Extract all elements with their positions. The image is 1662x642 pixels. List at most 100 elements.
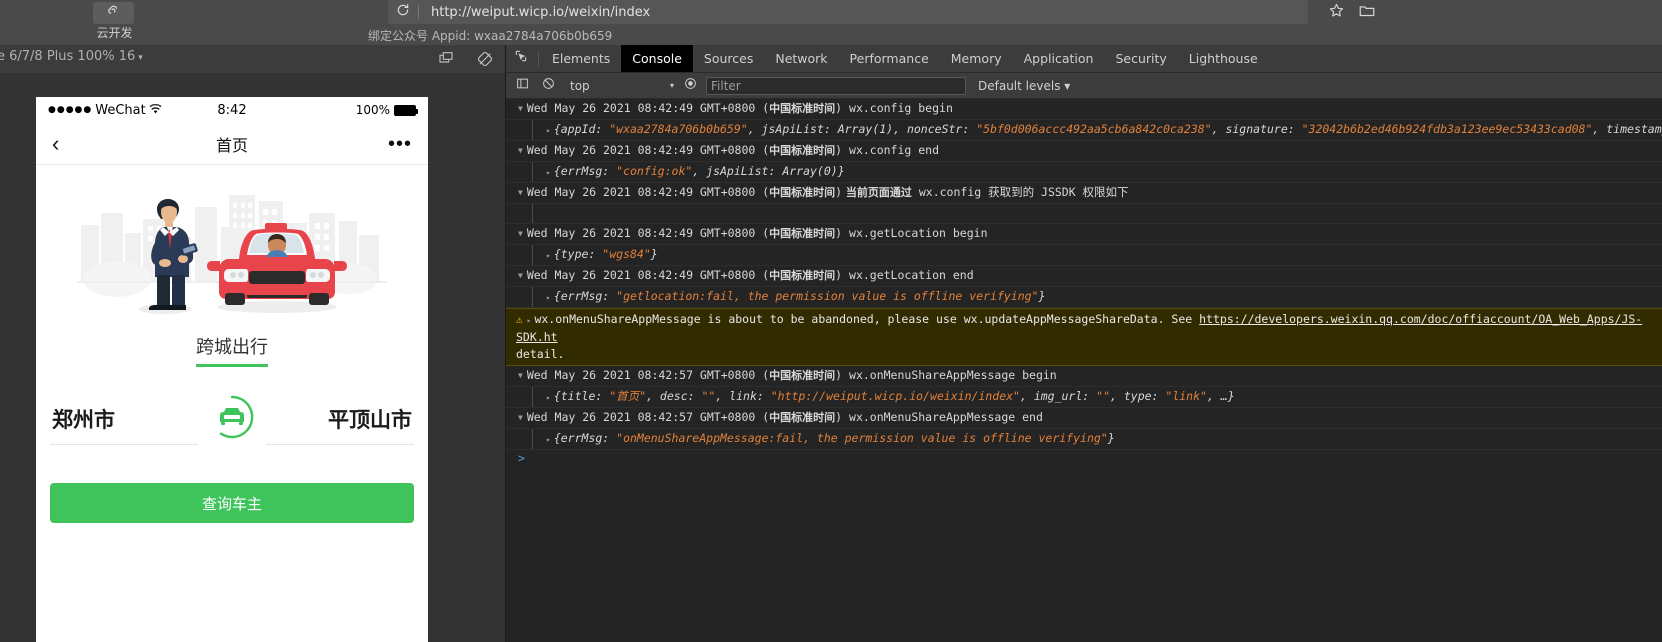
device-viewport-area: ●●●●● WeChat 8:42 100% ‹ 首页 ••• 跨城出行 郑州市… bbox=[0, 73, 505, 642]
log-message: wx.config end bbox=[842, 143, 940, 157]
console-log-row[interactable]: ▼ Wed May 26 2021 08:42:57 GMT+0800 (中国标准… bbox=[506, 408, 1662, 429]
phone-nav-bar: ‹ 首页 ••• bbox=[36, 123, 428, 165]
console-sidebar-button[interactable] bbox=[512, 76, 532, 96]
expand-triangle-icon[interactable]: ▸ bbox=[546, 122, 551, 139]
signal-dots-icon: ●●●●● bbox=[48, 105, 93, 115]
warning-text: wx.onMenuShareAppMessage is about to be … bbox=[534, 312, 1200, 326]
string-value: "5bf0d006accc492aa5cb6a842c0ca238" bbox=[976, 122, 1212, 136]
expand-triangle-icon[interactable]: ▼ bbox=[518, 225, 523, 242]
cloud-dev-button[interactable] bbox=[93, 2, 134, 24]
device-emulation-toolbar: e 6/7/8 Plus 100% 16 ▾ bbox=[0, 45, 505, 73]
console-log-row[interactable]: ▼ Wed May 26 2021 08:42:57 GMT+0800 (中国标准… bbox=[506, 366, 1662, 387]
rotate-button[interactable] bbox=[476, 50, 496, 68]
query-driver-button[interactable]: 查询车主 bbox=[50, 483, 414, 523]
console-object-row[interactable] bbox=[506, 204, 1662, 224]
device-select[interactable]: e 6/7/8 Plus 100% 16 ▾ bbox=[0, 49, 143, 64]
string-value: "getlocation:fail, the permission value … bbox=[616, 289, 1039, 303]
expand-triangle-icon[interactable]: ▼ bbox=[518, 409, 523, 426]
log-message-zh: 当前页面通过 bbox=[842, 186, 912, 199]
expand-triangle-icon[interactable]: ▼ bbox=[518, 267, 523, 284]
expand-triangle-icon[interactable]: ▸ bbox=[546, 431, 551, 448]
swap-cities-button[interactable] bbox=[206, 393, 258, 445]
cloud-dev-icon bbox=[106, 3, 122, 24]
clear-console-button[interactable] bbox=[538, 76, 558, 96]
group-gutter bbox=[532, 120, 533, 140]
car-circle-swap-icon bbox=[209, 394, 255, 445]
execution-context-label: top bbox=[570, 78, 590, 93]
console-log-row[interactable]: ▼ Wed May 26 2021 08:42:49 GMT+0800 (中国标准… bbox=[506, 183, 1662, 204]
tab-sources[interactable]: Sources bbox=[693, 45, 764, 72]
console-log-row[interactable]: ▼ Wed May 26 2021 08:42:49 GMT+0800 (中国标准… bbox=[506, 224, 1662, 245]
execution-context-select[interactable]: top ▾ bbox=[564, 79, 674, 93]
devtools-tabs: Elements Console Sources Network Performance… bbox=[541, 45, 1269, 72]
bookmark-button[interactable] bbox=[1325, 2, 1347, 24]
expand-triangle-icon[interactable]: ▸ bbox=[546, 247, 551, 264]
expand-triangle-icon[interactable]: ▸ bbox=[546, 389, 551, 406]
log-timestamp-zh: 中国标准时间 bbox=[769, 227, 836, 240]
hero-illustration bbox=[36, 179, 428, 319]
string-value: "32042b6b2ed46b924fdb3a123ee9ec53433cad0… bbox=[1301, 122, 1593, 136]
expand-triangle-icon[interactable]: ▼ bbox=[518, 100, 523, 117]
console-log-row[interactable]: ▼ Wed May 26 2021 08:42:49 GMT+0800 (中国标准… bbox=[506, 266, 1662, 287]
screencast-button[interactable] bbox=[437, 50, 457, 68]
console-object-row[interactable]: ▸ {title: "首页", desc: "", link: "http://w… bbox=[506, 387, 1662, 408]
object-text: } bbox=[1038, 289, 1046, 303]
tab-performance[interactable]: Performance bbox=[839, 45, 940, 72]
tab-elements[interactable]: Elements bbox=[541, 45, 621, 72]
console-warning-row[interactable]: ⚠ ▸ wx.onMenuShareAppMessage is about to b… bbox=[506, 308, 1662, 366]
phone-status-bar: ●●●●● WeChat 8:42 100% bbox=[36, 97, 428, 123]
console-object-row[interactable]: ▸ {errMsg: "onMenuShareAppMessage:fail, t… bbox=[506, 429, 1662, 450]
wifi-icon bbox=[149, 103, 162, 117]
expand-triangle-icon[interactable]: ▼ bbox=[518, 142, 523, 159]
log-timestamp-zh: 中国标准时间 bbox=[769, 269, 836, 282]
expand-triangle-icon[interactable]: ▼ bbox=[518, 367, 523, 384]
destination-city-label: 平顶山市 bbox=[328, 407, 412, 432]
console-log-row[interactable]: ▼ Wed May 26 2021 08:42:49 GMT+0800 (中国标准… bbox=[506, 99, 1662, 120]
tab-memory[interactable]: Memory bbox=[940, 45, 1013, 72]
string-value: "config:ok" bbox=[616, 164, 693, 178]
console-object-row[interactable]: ▸ {appId: "wxaa2784a706b0b659", jsApiList… bbox=[506, 120, 1662, 141]
group-gutter bbox=[532, 245, 533, 265]
object-text: , type: bbox=[1110, 389, 1166, 403]
live-expression-icon bbox=[684, 77, 697, 95]
cloud-dev-label: 云开发 bbox=[96, 26, 133, 40]
string-value: "" bbox=[701, 389, 716, 403]
tab-security[interactable]: Security bbox=[1104, 45, 1177, 72]
device-select-label: e 6/7/8 Plus 100% 16 bbox=[0, 49, 136, 64]
tab-application[interactable]: Application bbox=[1013, 45, 1105, 72]
log-timestamp: Wed May 26 2021 08:42:49 GMT+0800 ( bbox=[526, 143, 770, 157]
expand-triangle-icon[interactable]: ▸ bbox=[546, 289, 551, 306]
log-levels-select[interactable]: Default levels ▾ bbox=[972, 79, 1070, 93]
expand-triangle-icon[interactable]: ▸ bbox=[546, 164, 551, 181]
live-expression-button[interactable] bbox=[680, 76, 700, 96]
url-bar[interactable]: http://weiput.wicp.io/weixin/index bbox=[388, 0, 1308, 24]
console-object-row[interactable]: ▸ {errMsg: "config:ok", jsApiList: Array(… bbox=[506, 162, 1662, 183]
object-text: {title: bbox=[553, 389, 610, 403]
group-gutter bbox=[532, 162, 533, 182]
phone-frame: ●●●●● WeChat 8:42 100% ‹ 首页 ••• 跨城出行 郑州市… bbox=[36, 97, 428, 642]
origin-city-field[interactable]: 郑州市 bbox=[50, 404, 198, 445]
tab-network[interactable]: Network bbox=[764, 45, 838, 72]
status-right: 100% bbox=[247, 103, 419, 117]
inspect-element-button[interactable] bbox=[506, 45, 536, 72]
appid-line: 绑定公众号 Appid: wxaa2784a706b0b659 bbox=[368, 29, 613, 43]
console-object-row[interactable]: ▸ {errMsg: "getlocation:fail, the permiss… bbox=[506, 287, 1662, 308]
collections-button[interactable] bbox=[1356, 2, 1378, 24]
log-message: wx.onMenuShareAppMessage end bbox=[842, 410, 1043, 424]
log-levels-label: Default levels bbox=[978, 78, 1061, 93]
tab-console[interactable]: Console bbox=[621, 45, 693, 72]
url-text[interactable]: http://weiput.wicp.io/weixin/index bbox=[419, 5, 650, 20]
destination-city-field[interactable]: 平顶山市 bbox=[266, 404, 414, 445]
expand-triangle-icon[interactable]: ▸ bbox=[527, 312, 532, 329]
console-object-row[interactable]: ▸ {type: "wgs84"} bbox=[506, 245, 1662, 266]
tab-label: Performance bbox=[849, 51, 929, 66]
console-log-row[interactable]: ▼ Wed May 26 2021 08:42:49 GMT+0800 (中国标准… bbox=[506, 141, 1662, 162]
group-gutter bbox=[532, 429, 533, 449]
section-title-wrap: 跨城出行 bbox=[36, 333, 428, 367]
reload-button[interactable] bbox=[388, 0, 418, 24]
console-output[interactable]: ▼ Wed May 26 2021 08:42:49 GMT+0800 (中国标准… bbox=[506, 99, 1662, 642]
expand-triangle-icon[interactable]: ▼ bbox=[518, 184, 523, 201]
console-filter-input[interactable] bbox=[706, 76, 966, 95]
tab-lighthouse[interactable]: Lighthouse bbox=[1178, 45, 1269, 72]
console-prompt[interactable]: > bbox=[506, 450, 1662, 467]
